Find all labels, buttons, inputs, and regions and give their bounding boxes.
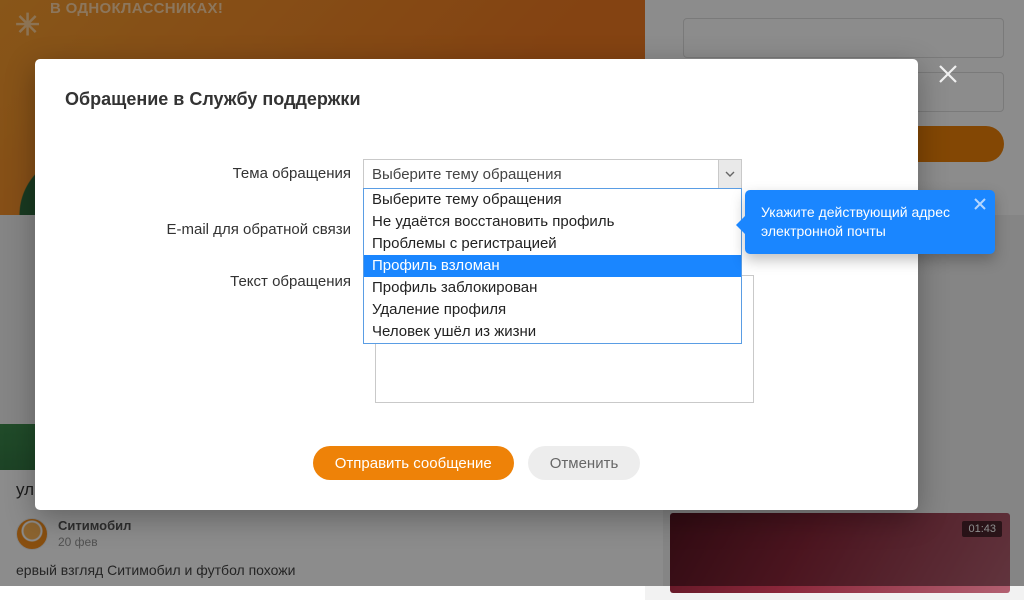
email-hint-tooltip: Укажите действующий адрес электронной по… [745, 190, 995, 254]
tooltip-text: Укажите действующий адрес электронной по… [761, 204, 950, 239]
label-topic: Тема обращения [35, 159, 363, 189]
submit-button[interactable]: Отправить сообщение [313, 446, 514, 480]
topic-select-value: Выберите тему обращения [372, 166, 562, 183]
label-body: Текст обращения [35, 267, 363, 297]
topic-dropdown[interactable]: Выберите тему обращенияНе удаётся восста… [363, 188, 742, 344]
tooltip-close-icon[interactable] [973, 197, 987, 211]
label-email: E-mail для обратной связи [35, 215, 363, 245]
support-modal: Обращение в Службу поддержки Тема обраще… [35, 59, 918, 510]
topic-option[interactable]: Человек ушёл из жизни [364, 321, 741, 343]
close-icon[interactable] [936, 62, 960, 86]
topic-option[interactable]: Не удаётся восстановить профиль [364, 211, 741, 233]
topic-option[interactable]: Профиль взломан [364, 255, 741, 277]
chevron-down-icon [718, 160, 741, 188]
cancel-button[interactable]: Отменить [528, 446, 641, 480]
topic-option[interactable]: Профиль заблокирован [364, 277, 741, 299]
modal-title: Обращение в Службу поддержки [35, 59, 918, 110]
modal-buttons: Отправить сообщение Отменить [35, 446, 918, 480]
topic-option[interactable]: Проблемы с регистрацией [364, 233, 741, 255]
row-topic: Тема обращения Выберите тему обращения В… [35, 159, 918, 189]
topic-select[interactable]: Выберите тему обращения [363, 159, 742, 189]
topic-option[interactable]: Удаление профиля [364, 299, 741, 321]
topic-option[interactable]: Выберите тему обращения [364, 189, 741, 211]
